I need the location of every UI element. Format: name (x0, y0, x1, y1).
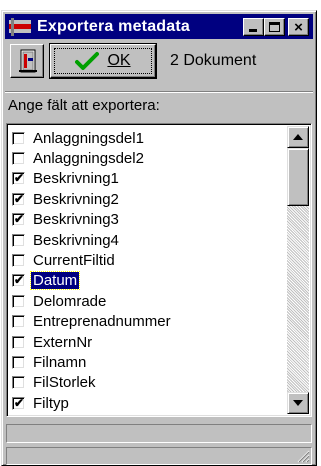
check-icon: ✔ (14, 191, 25, 206)
field-checkbox[interactable]: ✔ (12, 191, 25, 206)
exit-door-icon (19, 49, 37, 73)
caption-buttons: × (243, 18, 309, 36)
field-checkbox[interactable]: ✔ (12, 273, 25, 288)
list-caption: Ange fält att exportera: (8, 97, 160, 114)
field-checkbox[interactable]: ✔ (12, 171, 25, 186)
field-label: Beskrivning3 (33, 211, 119, 229)
title-bar[interactable]: Exportera metadata × (5, 14, 313, 39)
field-label: ExternNr (33, 333, 93, 351)
document-count: 2 Dokument (170, 52, 257, 69)
arrow-down-icon (293, 400, 303, 406)
field-label: Beskrivning1 (33, 170, 119, 188)
field-checkbox[interactable]: ✔ (12, 212, 25, 227)
field-checkbox[interactable] (12, 355, 25, 369)
window-title: Exportera metadata (37, 17, 190, 35)
field-label: Datum (29, 271, 81, 291)
field-label: CurrentFiltid (33, 252, 115, 270)
list-item[interactable]: Filnamn (9, 352, 287, 372)
status-panel-2 (6, 447, 312, 465)
field-listbox[interactable]: Anlaggningsdel1 Anlaggningsdel2 ✔ Beskrivni… (6, 123, 312, 417)
list-item[interactable]: ✔ Filtyp (9, 393, 287, 413)
close-icon: × (294, 18, 303, 36)
list-item[interactable]: Anlaggningsdel1 (9, 128, 287, 148)
field-checkbox[interactable] (12, 294, 25, 308)
check-icon: ✔ (14, 273, 25, 288)
toolbar: OK 2 Dokument (5, 41, 313, 83)
field-label: Entreprenadnummer (33, 313, 171, 331)
list-item[interactable]: ✔ Datum (9, 271, 287, 291)
check-icon: ✔ (14, 171, 25, 186)
field-checkbox[interactable] (12, 315, 25, 329)
list-item[interactable]: Delomrade (9, 291, 287, 311)
arrow-up-icon (293, 134, 303, 140)
list-item[interactable]: ✔ Beskrivning2 (9, 189, 287, 209)
background-strip (0, 0, 321, 10)
list-item[interactable]: Entreprenadnummer (9, 312, 287, 332)
resize-grip-icon[interactable] (296, 449, 310, 463)
check-icon: ✔ (14, 212, 25, 227)
minimize-button[interactable] (243, 18, 264, 36)
close-button[interactable]: × (288, 18, 309, 36)
scroll-up-button[interactable] (287, 126, 309, 148)
vertical-scrollbar[interactable] (287, 126, 309, 414)
exit-button[interactable] (10, 44, 44, 78)
ok-button[interactable]: OK (50, 44, 156, 78)
list-item[interactable]: ✔ Beskrivning1 (9, 169, 287, 189)
list-item[interactable]: CurrentFiltid (9, 250, 287, 270)
field-label: Filnamn (33, 353, 87, 371)
field-label: Anlaggningsdel2 (33, 150, 144, 168)
maximize-button[interactable] (264, 18, 285, 36)
focus-rect (54, 48, 152, 74)
field-checkbox[interactable] (12, 254, 25, 268)
field-checkbox[interactable]: ✔ (12, 395, 25, 410)
field-checkbox[interactable] (12, 131, 25, 145)
field-label: Beskrivning4 (33, 231, 119, 249)
list-item[interactable]: Anlaggningsdel2 (9, 148, 287, 168)
app-icon (9, 17, 31, 36)
field-list: Anlaggningsdel1 Anlaggningsdel2 ✔ Beskrivni… (9, 128, 287, 413)
export-metadata-dialog: Exportera metadata × OK 2 Dokument Ange … (1, 10, 317, 466)
field-label: Filtyp (33, 394, 69, 412)
field-checkbox[interactable] (12, 152, 25, 166)
list-item[interactable]: ExternNr (9, 332, 287, 352)
field-checkbox[interactable] (12, 233, 25, 247)
list-item[interactable]: FilStorlek (9, 373, 287, 393)
separator (5, 91, 313, 93)
check-icon: ✔ (14, 395, 25, 410)
field-label: Anlaggningsdel1 (33, 129, 144, 147)
field-label: Beskrivning2 (33, 190, 119, 208)
scroll-thumb[interactable] (287, 148, 309, 206)
minimize-icon (249, 29, 257, 32)
status-panel-1 (6, 424, 312, 443)
field-checkbox[interactable] (12, 376, 25, 390)
list-item[interactable]: Beskrivning4 (9, 230, 287, 250)
maximize-icon (269, 22, 280, 32)
field-checkbox[interactable] (12, 335, 25, 349)
field-label: FilStorlek (33, 374, 96, 392)
field-label: Delomrade (33, 292, 107, 310)
list-item[interactable]: ✔ Beskrivning3 (9, 210, 287, 230)
scroll-down-button[interactable] (287, 392, 309, 414)
